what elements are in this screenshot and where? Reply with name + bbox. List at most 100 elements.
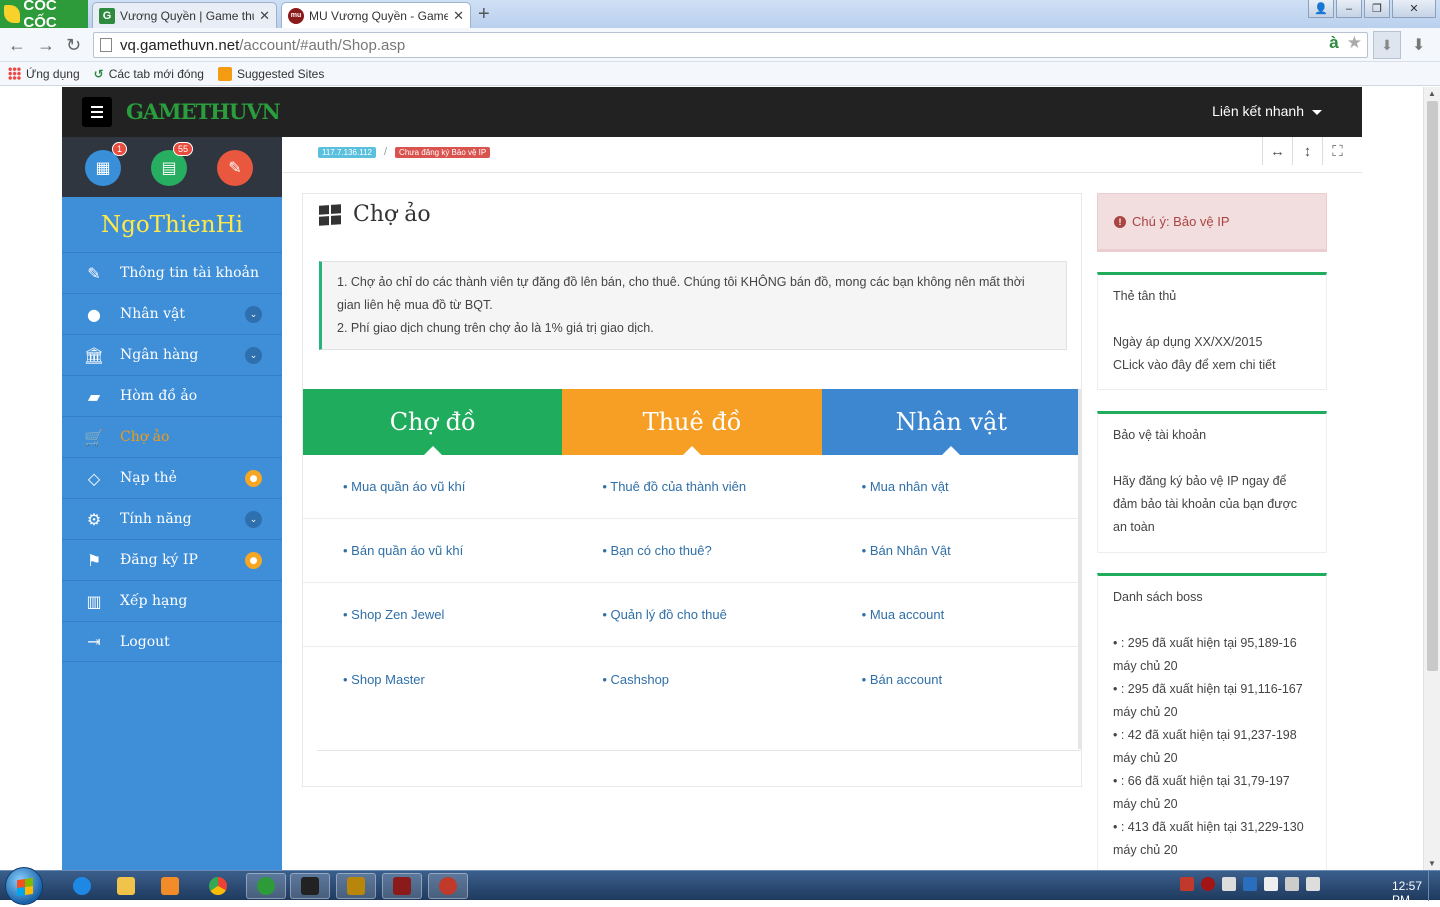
scrollbar-thumb[interactable] [1427,101,1438,671]
tab-item-rental[interactable]: Thuê đồ [562,389,822,455]
expand-vertical-icon[interactable]: ↕ [1292,137,1322,165]
link-buy-gear[interactable]: • Mua quần áo vũ khí [303,455,562,518]
boss-item: : 295 đã xuất hiện tại 91,116-167 máy ch… [1113,678,1311,724]
tab-item-market[interactable]: Chợ đồ [303,389,563,455]
browser-tab-vuong-quyen[interactable]: G Vương Quyền | Game thủ ✕ [92,2,277,28]
edit-shortcut[interactable]: ✎ [217,150,253,186]
sidebar-item-virtual-market[interactable]: 🛒 Chợ ảo [62,416,282,457]
calendar-icon: ▦ [95,160,111,177]
coccoc-taskbar-icon[interactable] [246,873,286,899]
forward-button[interactable]: → [37,35,55,56]
address-bar[interactable]: vq.gamethuvn.net/account/#auth/Shop.asp [93,32,1368,58]
link-sell-character[interactable]: • Bán Nhân Vật [822,519,1081,582]
chevron-down-icon[interactable]: ⌄ [245,347,262,364]
ip-protection-alert[interactable]: ! Chú ý: Bảo vệ IP [1097,193,1327,252]
flag-tray-icon[interactable] [1264,877,1278,891]
back-button[interactable]: ← [8,35,26,56]
suggested-sites-icon [217,66,232,81]
sidebar-item-register-ip[interactable]: ⚑ Đăng ký IP ● [62,539,282,580]
downloads-icon[interactable]: ⬇ [1412,35,1425,55]
volume-icon[interactable] [1222,877,1236,891]
link-buy-account[interactable]: • Mua account [822,583,1081,646]
start-button[interactable] [5,867,43,905]
link-rent-member-items[interactable]: • Thuê đồ của thành viên [562,455,821,518]
link-shop-zen-jewel[interactable]: • Shop Zen Jewel [303,583,562,646]
link-offer-rental[interactable]: • Bạn có cho thuê? [562,519,821,582]
window-controls: 👤 – ❐ ✕ [1308,0,1436,18]
sidebar-item-features[interactable]: ⚙ Tính năng ⌄ [62,498,282,539]
app-taskbar-icon[interactable] [428,873,468,899]
browser-tab-mu-vuong-quyen[interactable]: mu MU Vương Quyền - Game ✕ [281,2,471,28]
bookmark-recent-tabs[interactable]: ↺ Các tab mới đóng [94,67,204,81]
close-tab-icon[interactable]: ✕ [453,8,464,24]
sidebar-item-label: Ngân hàng [120,347,199,363]
menu-toggle-button[interactable] [82,97,112,127]
fullscreen-icon[interactable]: ⛶ [1322,137,1352,165]
new-tab-button[interactable]: + [478,4,490,24]
close-window-button[interactable]: ✕ [1392,0,1436,18]
link-manage-rentals[interactable]: • Quản lý đồ cho thuê [562,583,821,646]
reload-button[interactable]: ↻ [66,35,81,56]
tray-app-icon[interactable] [1180,877,1194,891]
link-shop-master[interactable]: • Shop Master [303,647,562,711]
category-label: Thuê đồ [642,408,742,436]
box-link[interactable]: CLick vào đây để xem chi tiết [1113,354,1311,377]
mu-game-icon[interactable] [290,873,330,899]
scroll-down-icon[interactable]: ▼ [1428,859,1436,868]
minimize-button[interactable]: – [1336,0,1362,18]
sidebar-item-logout[interactable]: ⇥ Logout [62,621,282,662]
network-icon[interactable] [1285,877,1299,891]
info-badge-icon[interactable]: ● [245,470,262,487]
page-scrollbar[interactable]: ▲ ▼ [1423,87,1440,870]
sidebar-item-characters[interactable]: ● Nhân vật ⌄ [62,293,282,334]
speaker-icon[interactable] [1306,877,1320,891]
profile-icon[interactable]: 👤 [1308,0,1334,18]
link-buy-character[interactable]: • Mua nhân vật [822,455,1081,518]
scroll-up-icon[interactable]: ▲ [1428,89,1436,98]
link-sell-gear[interactable]: • Bán quần áo vũ khí [303,519,562,582]
close-tab-icon[interactable]: ✕ [259,8,270,24]
ip-label: 117.7.136.112 [318,146,376,158]
show-desktop-button[interactable] [1428,871,1440,901]
site-logo[interactable]: GAMETHUVN [126,99,281,124]
quick-links-dropdown[interactable]: Liên kết nhanh [1212,103,1322,119]
tray-app-icon[interactable] [1243,877,1257,891]
url-host: vq.gamethuvn.net [120,36,240,54]
info-badge-icon[interactable]: ● [245,552,262,569]
media-player-icon[interactable] [150,873,190,899]
sidebar-item-label: Thông tin tài khoản [120,265,259,281]
tab-character-market[interactable]: Nhân vật [821,389,1081,455]
windows-icon [319,203,341,226]
link-cashshop[interactable]: • Cashshop [562,647,821,711]
ip-warning-label[interactable]: Chưa đăng ký Bảo vệ IP [395,146,491,158]
sidebar-item-top-up[interactable]: ◇ Nạp thẻ ● [62,457,282,498]
coccoc-logo[interactable]: CỐC CỐC [0,0,88,31]
game-launcher-icon[interactable] [382,873,422,899]
bookmark-suggested-sites[interactable]: Suggested Sites [217,66,324,81]
chevron-down-icon[interactable]: ⌄ [245,306,262,323]
coccoc-dictionary-icon[interactable]: à [1329,33,1338,53]
boss-item: : 66 đã xuất hiện tại 31,79-197 máy chủ … [1113,770,1311,816]
card-icon: ▤ [161,160,177,177]
market-panel: Chợ ảo 1. Chợ ảo chỉ do các thành viên t… [302,193,1082,787]
link-sell-account[interactable]: • Bán account [822,647,1081,711]
game-app-icon[interactable] [336,873,376,899]
chrome-icon[interactable] [198,873,238,899]
internet-explorer-icon[interactable] [62,873,102,899]
calendar-shortcut[interactable]: ▦ 1 [85,142,127,186]
download-video-button[interactable]: ⬇ [1373,31,1401,59]
tray-app-icon[interactable] [1201,877,1215,891]
sidebar-item-account-info[interactable]: ✎ Thông tin tài khoản [62,252,282,293]
boss-item: : 42 đã xuất hiện tại 91,237-198 máy chủ… [1113,724,1311,770]
bookmark-apps[interactable]: Ứng dụng [8,67,80,81]
sidebar-item-bank[interactable]: 🏛 Ngân hàng ⌄ [62,334,282,375]
newbie-card-box[interactable]: Thẻ tân thủ Ngày áp dụng XX/XX/2015 CLic… [1097,272,1327,390]
chevron-down-icon[interactable]: ⌄ [245,511,262,528]
restore-button[interactable]: ❐ [1364,0,1390,18]
expand-horizontal-icon[interactable]: ↔ [1262,137,1292,165]
card-shortcut[interactable]: ▤ 55 [151,142,193,186]
sidebar-item-ranking[interactable]: ▥ Xếp hạng [62,580,282,621]
file-explorer-icon[interactable] [106,873,146,899]
bookmark-star-icon[interactable]: ★ [1347,33,1362,53]
sidebar-item-virtual-chest[interactable]: ▰ Hòm đồ ảo [62,375,282,416]
